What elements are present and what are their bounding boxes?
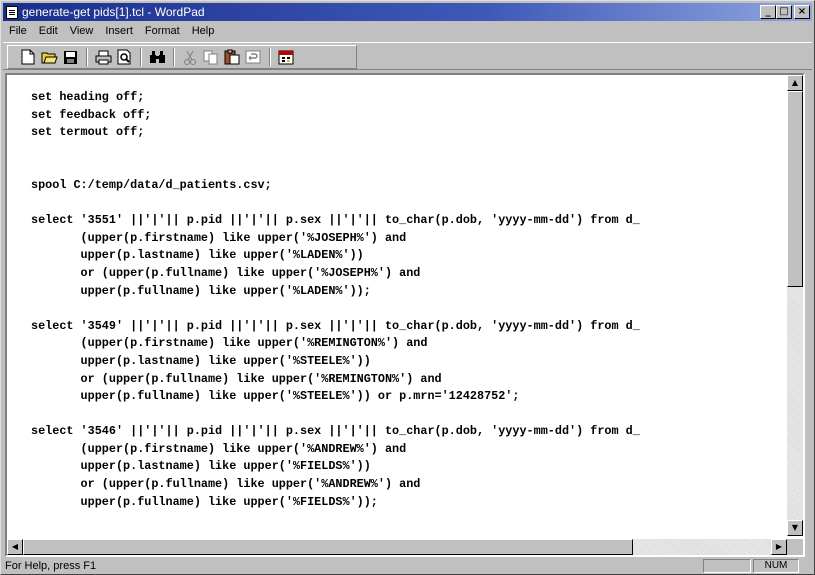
print-icon[interactable]	[93, 48, 113, 66]
toolbar-separator	[86, 48, 88, 66]
vertical-scroll-thumb[interactable]	[787, 91, 803, 287]
date-time-icon[interactable]	[276, 48, 296, 66]
wordpad-app-icon[interactable]	[6, 6, 18, 19]
close-button[interactable]: ×	[794, 5, 810, 19]
scroll-down-button[interactable]: ▼	[787, 520, 803, 536]
new-document-icon[interactable]	[18, 48, 38, 66]
scroll-up-button[interactable]: ▲	[787, 75, 803, 91]
scrollbar-corner	[787, 539, 803, 555]
scroll-right-button[interactable]: ▶	[771, 539, 787, 555]
menu-file[interactable]: File	[3, 22, 33, 40]
status-help-text: For Help, press F1	[5, 560, 97, 572]
copy-icon[interactable]	[201, 48, 221, 66]
minimize-button[interactable]: _	[760, 5, 776, 19]
menu-view[interactable]: View	[64, 22, 100, 40]
standard-toolbar	[7, 45, 357, 69]
toolbar-separator	[269, 48, 271, 66]
print-preview-icon[interactable]	[114, 48, 134, 66]
toolbar-separator	[140, 48, 142, 66]
toolbar	[3, 42, 812, 70]
title-bar[interactable]: generate-get pids[1].tcl - WordPad _ □ ×	[3, 3, 812, 21]
document-editor[interactable]: set heading off; set feedback off; set t…	[7, 75, 787, 536]
document-text[interactable]: set heading off; set feedback off; set t…	[31, 89, 640, 511]
paste-icon[interactable]	[222, 48, 242, 66]
menu-edit[interactable]: Edit	[33, 22, 64, 40]
undo-icon[interactable]	[243, 48, 263, 66]
menu-insert[interactable]: Insert	[99, 22, 139, 40]
vertical-scrollbar[interactable]: ▲ ▼	[787, 75, 803, 536]
open-folder-icon[interactable]	[39, 48, 59, 66]
menu-format[interactable]: Format	[139, 22, 186, 40]
window-title: generate-get pids[1].tcl - WordPad	[22, 5, 205, 19]
num-lock-indicator: NUM	[753, 559, 799, 573]
status-bar: For Help, press F1 NUM	[3, 559, 812, 574]
window-controls: _ □ ×	[760, 5, 810, 19]
menu-bar: File Edit View Insert Format Help	[3, 22, 812, 40]
menu-help[interactable]: Help	[186, 22, 221, 40]
maximize-button[interactable]: □	[776, 5, 792, 19]
save-disk-icon[interactable]	[60, 48, 80, 66]
status-pane-blank	[703, 559, 751, 573]
document-frame: set heading off; set feedback off; set t…	[5, 73, 805, 557]
horizontal-scrollbar[interactable]: ◀ ▶	[7, 539, 787, 555]
binoculars-icon[interactable]	[147, 48, 167, 66]
scroll-left-button[interactable]: ◀	[7, 539, 23, 555]
horizontal-scroll-thumb[interactable]	[23, 539, 633, 555]
wordpad-window: generate-get pids[1].tcl - WordPad _ □ ×…	[0, 0, 815, 575]
scissors-icon[interactable]	[180, 48, 200, 66]
toolbar-separator	[173, 48, 175, 66]
